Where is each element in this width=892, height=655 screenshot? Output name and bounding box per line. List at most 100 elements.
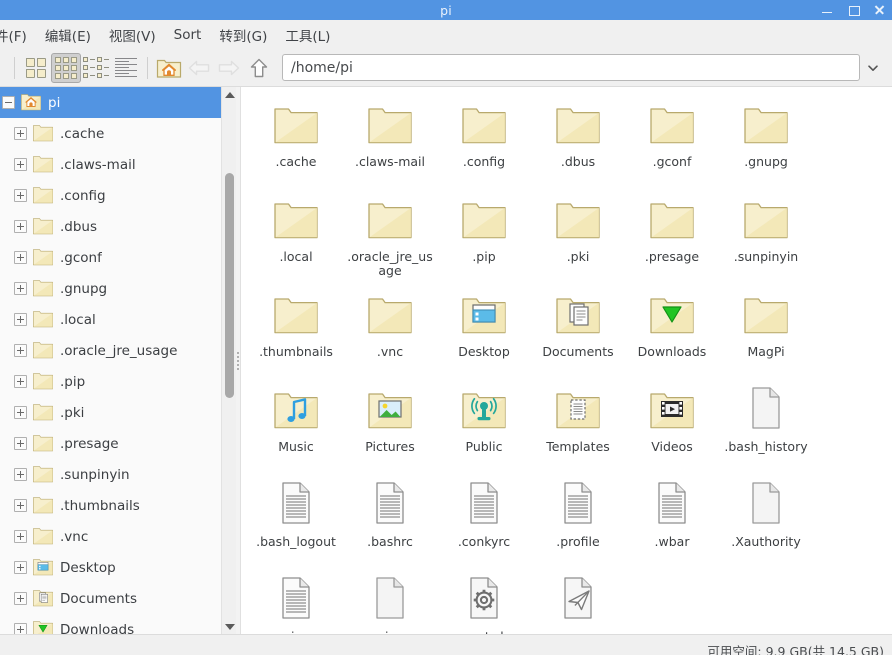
expand-icon[interactable]	[14, 189, 27, 202]
file-item[interactable]: .wbar	[625, 473, 719, 568]
expand-icon[interactable]	[14, 127, 27, 140]
file-item[interactable]: Videos	[625, 378, 719, 473]
file-item[interactable]: .xsession-errors.old	[343, 568, 437, 634]
file-item[interactable]: .bash_logout	[249, 473, 343, 568]
detailed-list-view-button[interactable]	[111, 53, 141, 83]
file-item[interactable]: .oracle_jre_usage	[343, 188, 437, 283]
compact-list-view-button[interactable]	[81, 53, 111, 83]
file-item[interactable]: nwct.sh	[437, 568, 531, 634]
sidebar-item-dot-thumbnails[interactable]: .thumbnails	[0, 490, 221, 521]
minimize-button[interactable]	[821, 3, 833, 17]
sidebar-item-dot-presage[interactable]: .presage	[0, 428, 221, 459]
back-button[interactable]	[184, 53, 214, 83]
menu-item-3[interactable]: Sort	[165, 24, 211, 46]
file-item[interactable]: .presage	[625, 188, 719, 283]
expand-icon[interactable]	[14, 220, 27, 233]
menu-item-2[interactable]: 视图(V)	[100, 22, 165, 48]
file-item[interactable]: sunny	[531, 568, 625, 634]
blank-file-icon	[752, 387, 780, 429]
file-item[interactable]: .local	[249, 188, 343, 283]
file-name-label: .dbus	[560, 154, 596, 169]
file-item[interactable]: .pip	[437, 188, 531, 283]
file-item[interactable]: .vnc	[343, 283, 437, 378]
menu-item-0[interactable]: 件(F)	[0, 22, 36, 48]
file-item[interactable]: .Xauthority	[719, 473, 813, 568]
folder-icon	[33, 527, 53, 544]
scroll-down-button[interactable]	[222, 619, 237, 634]
sidebar-item-pi[interactable]: pi	[0, 87, 221, 118]
expand-icon[interactable]	[14, 437, 27, 450]
up-button[interactable]	[244, 53, 274, 83]
chevron-down-icon	[868, 64, 878, 71]
large-icons-view-button[interactable]	[21, 53, 51, 83]
sidebar-item-dot-pip[interactable]: .pip	[0, 366, 221, 397]
file-item[interactable]: .thumbnails	[249, 283, 343, 378]
file-item[interactable]: Pictures	[343, 378, 437, 473]
sidebar-item-dot-vnc[interactable]: .vnc	[0, 521, 221, 552]
file-item[interactable]: .profile	[531, 473, 625, 568]
menu-item-1[interactable]: 编辑(E)	[36, 22, 100, 48]
file-item[interactable]: .claws-mail	[343, 93, 437, 188]
sidebar-scrollbar[interactable]	[221, 87, 236, 634]
maximize-button[interactable]	[847, 3, 860, 17]
close-button[interactable]	[873, 3, 885, 17]
expand-icon[interactable]	[14, 623, 27, 634]
file-item[interactable]: Templates	[531, 378, 625, 473]
file-item[interactable]: .bash_history	[719, 378, 813, 473]
scrollbar-thumb[interactable]	[225, 173, 234, 398]
file-item[interactable]: Public	[437, 378, 531, 473]
path-dropdown-button[interactable]	[862, 61, 884, 75]
downloads-folder-icon	[33, 620, 53, 634]
expand-icon[interactable]	[14, 251, 27, 264]
file-item[interactable]: .bashrc	[343, 473, 437, 568]
file-item[interactable]: Documents	[531, 283, 625, 378]
sidebar-item-documents[interactable]: Documents	[0, 583, 221, 614]
expand-icon[interactable]	[14, 282, 27, 295]
file-name-label: .bash_logout	[256, 534, 336, 549]
expand-icon[interactable]	[14, 158, 27, 171]
expand-icon[interactable]	[14, 468, 27, 481]
file-item[interactable]: MagPi	[719, 283, 813, 378]
file-item[interactable]: Desktop	[437, 283, 531, 378]
sidebar-item-desktop[interactable]: Desktop	[0, 552, 221, 583]
path-input[interactable]: /home/pi	[282, 54, 860, 81]
menu-item-5[interactable]: 工具(L)	[276, 22, 339, 48]
expand-icon[interactable]	[14, 499, 27, 512]
expand-icon[interactable]	[14, 313, 27, 326]
file-item[interactable]: Downloads	[625, 283, 719, 378]
expand-icon[interactable]	[14, 344, 27, 357]
sidebar-item-dot-gconf[interactable]: .gconf	[0, 242, 221, 273]
collapse-icon[interactable]	[2, 96, 15, 109]
folder-icon	[368, 203, 412, 239]
sidebar-item-dot-gnupg[interactable]: .gnupg	[0, 273, 221, 304]
file-item[interactable]: Music	[249, 378, 343, 473]
expand-icon[interactable]	[14, 592, 27, 605]
expand-icon[interactable]	[14, 406, 27, 419]
menu-item-4[interactable]: 转到(G)	[210, 22, 276, 48]
file-item[interactable]: .cache	[249, 93, 343, 188]
file-item[interactable]: .conkyrc	[437, 473, 531, 568]
sidebar-item-dot-config[interactable]: .config	[0, 180, 221, 211]
file-item[interactable]: .pki	[531, 188, 625, 283]
sidebar-item-dot-claws-mail[interactable]: .claws-mail	[0, 149, 221, 180]
sidebar-item-dot-local[interactable]: .local	[0, 304, 221, 335]
forward-button[interactable]	[214, 53, 244, 83]
sidebar-item-dot-cache[interactable]: .cache	[0, 118, 221, 149]
sidebar-item-dot-pki[interactable]: .pki	[0, 397, 221, 428]
expand-icon[interactable]	[14, 561, 27, 574]
file-item[interactable]: .gnupg	[719, 93, 813, 188]
file-item[interactable]: .xsession-errors	[249, 568, 343, 634]
file-item[interactable]: .sunpinyin	[719, 188, 813, 283]
home-button[interactable]	[154, 53, 184, 83]
small-icons-view-button[interactable]	[51, 52, 81, 83]
file-item[interactable]: .dbus	[531, 93, 625, 188]
file-item[interactable]: .gconf	[625, 93, 719, 188]
sidebar-item-dot-oracle_jre_usage[interactable]: .oracle_jre_usage	[0, 335, 221, 366]
scroll-up-button[interactable]	[222, 87, 237, 102]
expand-icon[interactable]	[14, 375, 27, 388]
sidebar-item-dot-dbus[interactable]: .dbus	[0, 211, 221, 242]
expand-icon[interactable]	[14, 530, 27, 543]
sidebar-item-dot-sunpinyin[interactable]: .sunpinyin	[0, 459, 221, 490]
sidebar-item-downloads[interactable]: Downloads	[0, 614, 221, 634]
file-item[interactable]: .config	[437, 93, 531, 188]
